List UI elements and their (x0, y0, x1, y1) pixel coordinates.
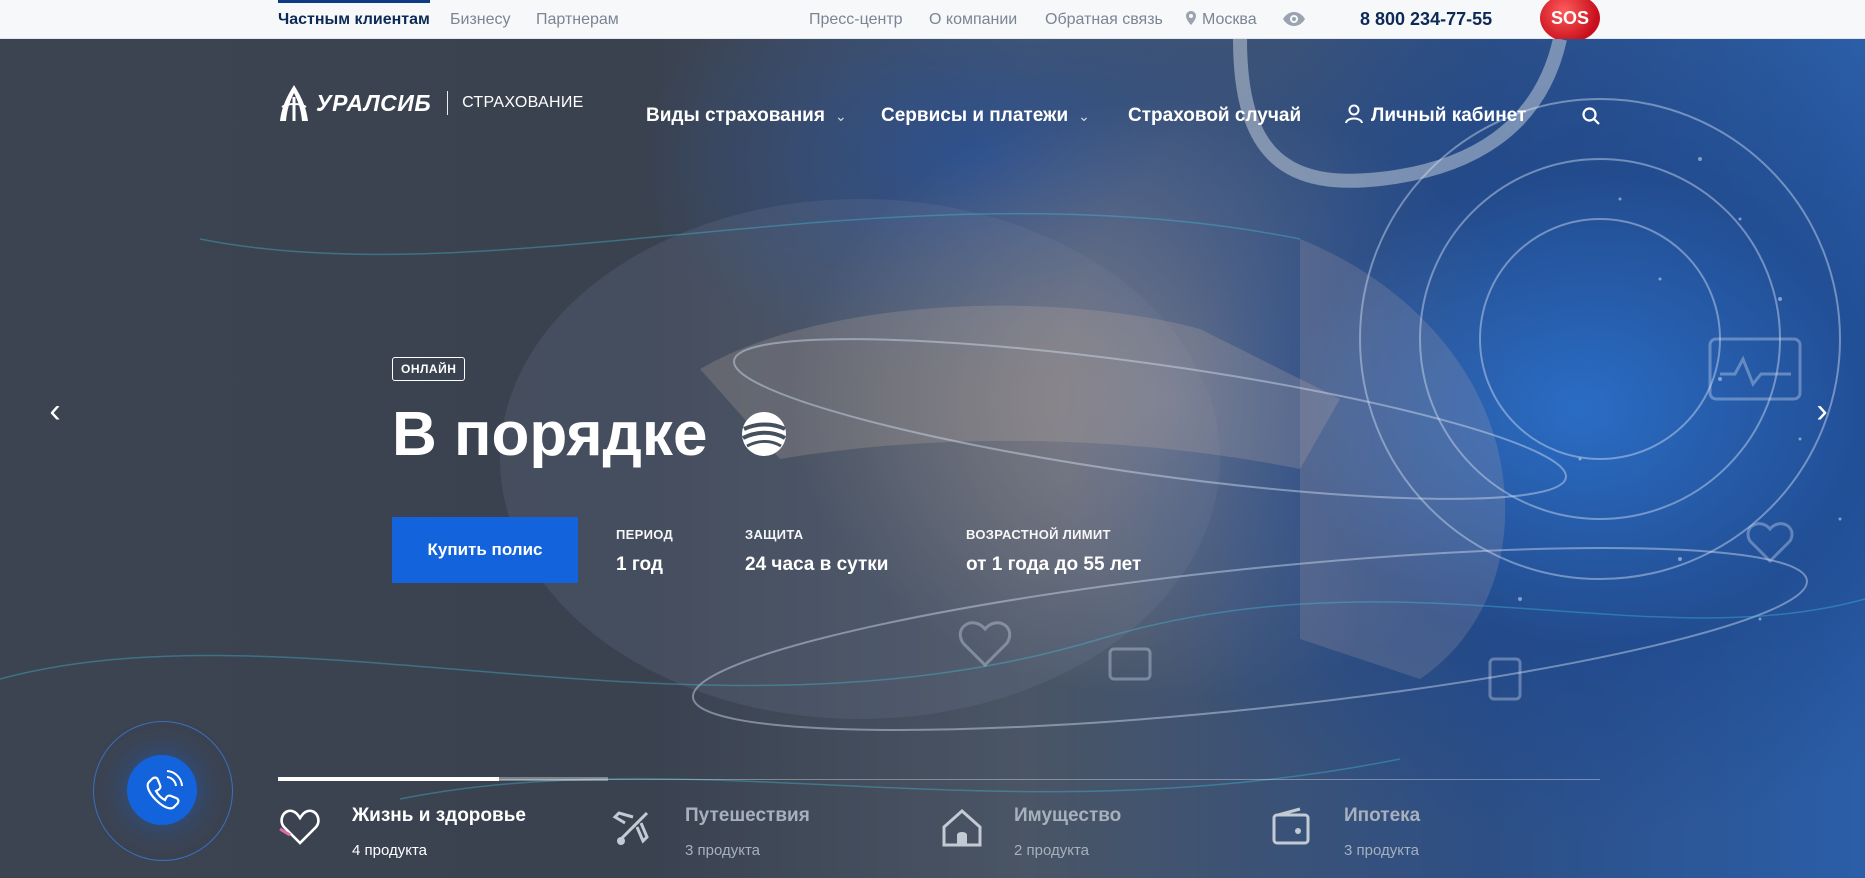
category-count: 2 продукта (1014, 842, 1090, 859)
eye-icon[interactable] (1283, 12, 1305, 26)
stat-age-limit-label: ВОЗРАСТНОЙ ЛИМИТ (966, 527, 1111, 542)
hero-background-graphic (0, 39, 1865, 800)
category-name: Путешествия (685, 805, 810, 826)
buy-policy-button[interactable]: Купить полис (392, 517, 578, 583)
hero-title: В порядке (392, 399, 789, 471)
category-name: Жизнь и здоровье (352, 805, 526, 826)
chevron-down-icon: ⌄ (834, 108, 847, 124)
city-selector[interactable]: Москва (1186, 0, 1257, 39)
category-travel[interactable]: Путешествия 3 продукта (611, 799, 911, 878)
stat-period-value: 1 год (616, 554, 663, 575)
slider-progress-fill (278, 777, 500, 781)
feedback-link[interactable]: Обратная связь (1045, 0, 1163, 39)
chevron-down-icon: ⌄ (1078, 108, 1090, 124)
nav-personal-account-label: Личный кабинет (1371, 105, 1527, 126)
phone-number[interactable]: 8 800 234-77-55 (1360, 0, 1492, 39)
phone-icon (146, 770, 183, 810)
about-link[interactable]: О компании (929, 0, 1017, 39)
nav-services-payments-label: Сервисы и платежи (881, 105, 1069, 126)
stat-protection-value: 24 часа в сутки (745, 554, 889, 575)
slider-prev-arrow-icon[interactable]: ‹ (40, 394, 70, 428)
category-mortgage[interactable]: Ипотека 3 продукта (1270, 799, 1570, 878)
nav-insurance-types-label: Виды страхования (646, 105, 825, 126)
city-name: Москва (1202, 11, 1257, 28)
nav-personal-account[interactable]: Личный кабинет (1345, 104, 1526, 128)
stat-period-label: ПЕРИОД (616, 527, 674, 542)
stat-period: ПЕРИОД 1 год (616, 527, 673, 576)
slider-next-arrow-icon[interactable]: › (1807, 394, 1837, 428)
stat-protection: ЗАЩИТА 24 часа в сутки (745, 527, 888, 576)
hero-title-text: В порядке (392, 400, 708, 469)
globe-logo-icon (741, 412, 786, 456)
press-center-link[interactable]: Пресс-центр (809, 0, 903, 39)
segment-business[interactable]: Бизнесу (450, 0, 511, 39)
logo-subtitle: СТРАХОВАНИЕ (462, 94, 584, 111)
house-icon (942, 808, 982, 847)
logo-name: УРАЛСИБ (316, 89, 432, 116)
nav-insured-event[interactable]: Страховой случай (1128, 104, 1301, 128)
hero-banner: УРАЛСИБ СТРАХОВАНИЕ Виды страхования ⌄ Се… (0, 39, 1865, 878)
category-name: Ипотека (1344, 805, 1421, 826)
category-count: 4 продукта (352, 842, 428, 859)
wallet-icon (1272, 807, 1310, 845)
callback-button[interactable] (127, 755, 197, 825)
stat-age-limit-value: от 1 года до 55 лет (966, 554, 1142, 575)
online-badge: ОНЛАЙН (392, 357, 466, 381)
slider-progress-bar (278, 777, 608, 781)
heart-icon (279, 809, 320, 845)
category-property[interactable]: Имущество 2 продукта (940, 799, 1240, 878)
user-icon (1345, 104, 1363, 124)
nav-services-payments[interactable]: Сервисы и платежи ⌄ (881, 104, 1090, 128)
logo-divider (447, 91, 449, 115)
plane-icon (612, 811, 649, 845)
stat-protection-label: ЗАЩИТА (745, 527, 804, 542)
category-count: 3 продукта (1344, 842, 1420, 859)
category-life-health[interactable]: Жизнь и здоровье 4 продукта (278, 799, 578, 878)
uralsib-logo[interactable]: УРАЛСИБ СТРАХОВАНИЕ (278, 83, 584, 123)
segment-partners[interactable]: Партнерам (536, 0, 619, 39)
location-pin-icon (1186, 11, 1196, 25)
segment-private-clients[interactable]: Частным клиентам (278, 0, 430, 39)
search-icon[interactable] (1582, 107, 1600, 125)
category-name: Имущество (1014, 805, 1122, 826)
nav-insurance-types[interactable]: Виды страхования ⌄ (646, 104, 847, 128)
category-count: 3 продукта (685, 842, 761, 859)
uralsib-emblem-icon (280, 85, 308, 121)
stat-age-limit: ВОЗРАСТНОЙ ЛИМИТ от 1 года до 55 лет (966, 527, 1141, 576)
